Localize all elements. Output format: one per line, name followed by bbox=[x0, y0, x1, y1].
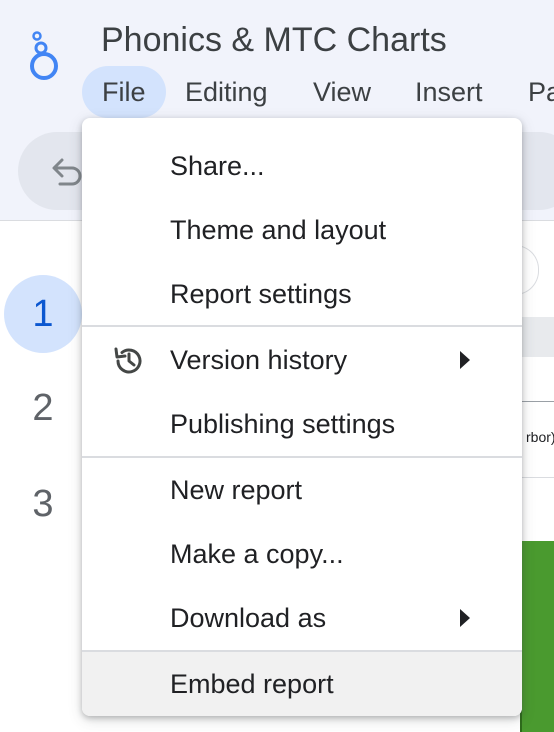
looker-studio-logo-icon[interactable] bbox=[24, 28, 64, 84]
page-navigator: 1 2 3 bbox=[0, 221, 82, 732]
menu-view[interactable]: View bbox=[293, 66, 391, 118]
menu-divider bbox=[82, 325, 522, 327]
page-2[interactable]: 2 bbox=[4, 369, 82, 447]
report-title[interactable]: Phonics & MTC Charts bbox=[101, 18, 447, 62]
menu-file[interactable]: File bbox=[82, 66, 166, 118]
menu-item-share[interactable]: Share... bbox=[82, 134, 522, 198]
canvas-rule bbox=[520, 477, 554, 478]
menu-item-label: Report settings bbox=[170, 279, 352, 309]
menu-item-label: Share... bbox=[170, 151, 265, 181]
menu-item-publishing-settings[interactable]: Publishing settings bbox=[82, 392, 522, 456]
page-1[interactable]: 1 bbox=[4, 275, 82, 353]
chart-legend-fragment: rbor) bbox=[526, 429, 554, 445]
history-icon bbox=[114, 347, 142, 374]
menu-item-label: Publishing settings bbox=[170, 409, 396, 439]
menu-item-label: Download as bbox=[170, 603, 327, 633]
menu-item-report-settings[interactable]: Report settings bbox=[82, 262, 522, 326]
chart-bar[interactable] bbox=[520, 541, 554, 732]
menu-item-label: New report bbox=[170, 475, 303, 505]
menu-page[interactable]: Pa bbox=[508, 66, 554, 118]
menu-item-label: Theme and layout bbox=[170, 215, 387, 245]
menu-insert[interactable]: Insert bbox=[395, 66, 503, 118]
canvas-rule bbox=[520, 401, 554, 402]
menu-item-theme-and-layout[interactable]: Theme and layout bbox=[82, 198, 522, 262]
menu-item-label: Version history bbox=[170, 345, 348, 375]
file-menu-dropdown: Share... Theme and layout Report setting… bbox=[82, 118, 522, 716]
menu-item-label: Make a copy... bbox=[170, 539, 344, 569]
menu-item-download-as[interactable]: Download as bbox=[82, 586, 522, 650]
report-canvas: rbor) bbox=[506, 221, 554, 732]
menu-item-label: Embed report bbox=[170, 669, 334, 699]
menu-item-version-history[interactable]: Version history bbox=[82, 328, 522, 392]
menu-editing[interactable]: Editing bbox=[165, 66, 288, 118]
submenu-arrow-icon bbox=[460, 351, 470, 369]
menu-item-new-report[interactable]: New report bbox=[82, 458, 522, 522]
menubar: File Editing View Insert Pa bbox=[82, 66, 554, 118]
page-3[interactable]: 3 bbox=[4, 465, 82, 543]
menu-item-embed-report[interactable]: Embed report bbox=[82, 652, 522, 716]
canvas-band bbox=[520, 317, 554, 357]
menu-item-make-a-copy[interactable]: Make a copy... bbox=[82, 522, 522, 586]
submenu-arrow-icon bbox=[460, 609, 470, 627]
